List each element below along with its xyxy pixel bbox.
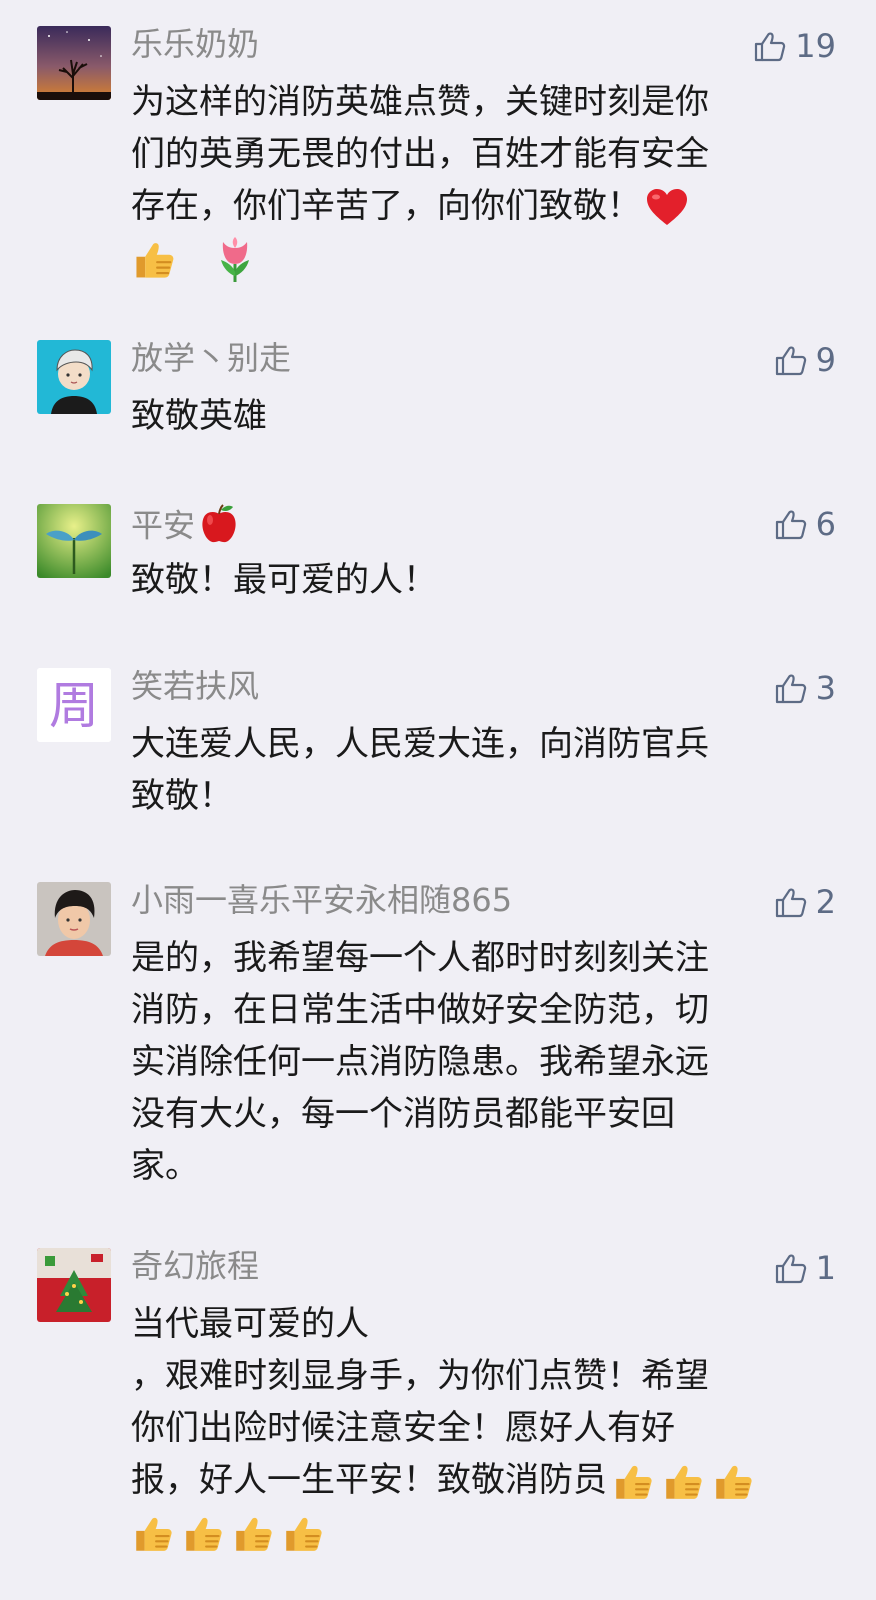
nickname: 平安 (131, 502, 239, 553)
comment-text: 致敬英雄 (131, 390, 791, 442)
comment-line: 是的，我希望每一个人都时时刻刻关注 (131, 938, 709, 978)
comment-text: 致敬！最可爱的人！ (131, 554, 791, 606)
thumbs-up-icon (774, 343, 808, 377)
comment-line: 你们出险时候注意安全！愿好人有好 (131, 1408, 675, 1448)
comment-feed: 乐乐奶奶 19 为这样的消防英雄点赞，关键时刻是你 们的英勇无畏的付出，百姓才能… (0, 0, 876, 1600)
thumbs-up-emoji (131, 236, 179, 284)
comment-line: 致敬！ (131, 776, 233, 816)
red-apple-emoji (199, 502, 239, 553)
thumbs-up-emoji (131, 1511, 177, 1557)
comment-text: 为这样的消防英雄点赞，关键时刻是你 们的英勇无畏的付出，百姓才能有安全 存在，你… (131, 76, 791, 284)
like-button[interactable]: 19 (753, 26, 836, 66)
nickname: 奇幻旅程 (131, 1247, 260, 1285)
thumbs-up-emoji (661, 1459, 707, 1505)
like-button[interactable]: 6 (774, 504, 836, 544)
person-photo-avatar-icon (37, 882, 111, 956)
avatar[interactable] (37, 26, 111, 100)
sprout-avatar-icon (37, 504, 111, 578)
like-button[interactable]: 2 (774, 882, 836, 922)
thumbs-up-icon (774, 1251, 808, 1285)
like-button[interactable]: 9 (774, 340, 836, 380)
thumbs-up-emoji (181, 1511, 227, 1557)
like-button[interactable]: 1 (774, 1248, 836, 1288)
like-count: 6 (815, 505, 836, 543)
comment-line-with-emoji: 报，好人一生平安！致敬消防员 (131, 1454, 831, 1506)
comment-line: 实消除任何一点消防隐患。我希望永远 (131, 1042, 709, 1082)
tulip-emoji (213, 236, 257, 284)
nickname: 小雨一喜乐平安永相随865 (131, 881, 513, 919)
avatar[interactable] (37, 340, 111, 414)
comment-line: 家。 (131, 1146, 199, 1186)
christmas-avatar-icon (37, 1248, 111, 1322)
avatar[interactable] (37, 1248, 111, 1322)
avatar[interactable] (37, 504, 111, 578)
avatar[interactable]: 周 (37, 668, 111, 742)
comment-text: 当代最可爱的人 ，艰难时刻显身手，为你们点赞！希望 你们出险时候注意安全！愿好人… (131, 1298, 831, 1558)
character-avatar-icon: 周 (37, 668, 111, 742)
comment-line: 为这样的消防英雄点赞，关键时刻是你 (131, 82, 709, 122)
comment-line: 消防，在日常生活中做好安全防范，切 (131, 990, 709, 1030)
like-button[interactable]: 3 (774, 668, 836, 708)
comment-line: ，艰难时刻显身手，为你们点赞！希望 (131, 1356, 709, 1396)
comment-text: 大连爱人民，人民爱大连，向消防官兵 致敬！ (131, 718, 791, 822)
avatar[interactable] (37, 882, 111, 956)
like-count: 1 (815, 1249, 836, 1287)
nickname: 乐乐奶奶 (131, 25, 260, 63)
thumbs-up-emoji (281, 1511, 327, 1557)
thumbs-up-icon (753, 29, 787, 63)
comment-line: 没有大火，每一个消防员都能平安回 (131, 1094, 675, 1134)
like-count: 19 (795, 27, 836, 65)
nickname-text: 平安 (131, 506, 196, 545)
nickname: 放学丶别走 (131, 339, 292, 377)
red-heart-emoji (645, 186, 689, 230)
avatar-character: 周 (49, 677, 99, 735)
thumbs-up-emoji (611, 1459, 657, 1505)
like-count: 3 (815, 669, 836, 707)
thumbs-up-icon (774, 671, 808, 705)
nickname: 笑若扶风 (131, 667, 260, 705)
thumbs-up-emoji (231, 1511, 277, 1557)
thumbs-up-emoji (711, 1459, 757, 1505)
comment-text: 是的，我希望每一个人都时时刻刻关注 消防，在日常生活中做好安全防范，切 实消除任… (131, 932, 791, 1192)
comment-line: 们的英勇无畏的付出，百姓才能有安全 (131, 134, 709, 174)
emoji-line (131, 232, 791, 284)
comment-line: 当代最可爱的人 (131, 1304, 369, 1344)
thumbs-up-icon (774, 507, 808, 541)
comment-line: 大连爱人民，人民爱大连，向消防官兵 (131, 724, 709, 764)
comment-line: 存在，你们辛苦了，向你们致敬！ (131, 186, 641, 226)
emoji-line (131, 1506, 831, 1558)
comment-line: 报，好人一生平安！致敬消防员 (131, 1460, 607, 1500)
thumbs-up-icon (774, 885, 808, 919)
like-count: 2 (815, 883, 836, 921)
tree-night-sky-avatar-icon (37, 26, 111, 100)
comment-line: 致敬英雄 (131, 396, 267, 436)
like-count: 9 (815, 341, 836, 379)
cartoon-boy-avatar-icon (37, 340, 111, 414)
comment-line: 致敬！最可爱的人！ (131, 560, 437, 600)
comment-line-with-emoji: 存在，你们辛苦了，向你们致敬！ (131, 180, 791, 232)
